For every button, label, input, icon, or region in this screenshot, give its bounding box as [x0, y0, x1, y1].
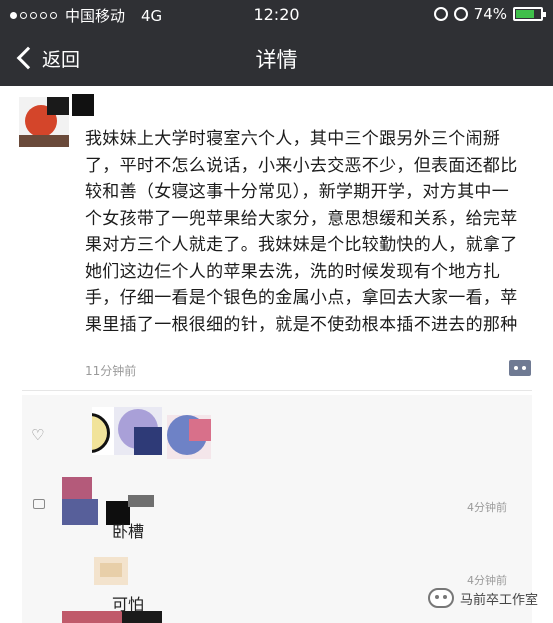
heart-icon: ♡	[31, 426, 45, 444]
likes-area: ♡	[22, 395, 532, 469]
commenter-avatar[interactable]	[94, 557, 128, 585]
status-bar: 中国移动 4G 12:20 74%	[0, 0, 553, 30]
liker-avatar[interactable]	[114, 407, 162, 455]
post-text: 我妹妹上大学时寝室六个人，其中三个跟另外三个闹掰了，平时不怎么说话，小来小去交恶…	[85, 129, 518, 335]
comment-icon	[33, 499, 45, 509]
author-name-redacted[interactable]	[72, 94, 94, 116]
watermark: 马前卒工作室	[428, 588, 538, 608]
rotation-lock-icon	[433, 7, 448, 21]
battery-level-fill	[516, 10, 534, 18]
author-avatar[interactable]	[19, 97, 69, 147]
liker-avatar[interactable]	[167, 415, 211, 459]
avatar-pixel	[47, 97, 69, 115]
wechat-icon	[428, 588, 454, 608]
watermark-text: 马前卒工作室	[460, 592, 539, 608]
divider	[22, 390, 532, 391]
alarm-icon	[453, 7, 468, 21]
post-timestamp: 11分钟前	[85, 364, 137, 378]
comment-timestamp: 4分钟前	[467, 501, 507, 514]
page-title: 详情	[255, 48, 298, 72]
comment-text: 可怕	[112, 595, 145, 614]
battery-icon	[513, 7, 546, 21]
comment-text: 卧槽	[112, 522, 145, 541]
battery-percent: 74%	[473, 5, 507, 23]
avatar-pixel	[19, 135, 69, 147]
navigation-bar: 返回 详情	[0, 30, 553, 86]
comment-timestamp: 4分钟前	[467, 574, 507, 587]
more-button[interactable]	[509, 360, 531, 376]
status-right: 74%	[433, 5, 546, 23]
